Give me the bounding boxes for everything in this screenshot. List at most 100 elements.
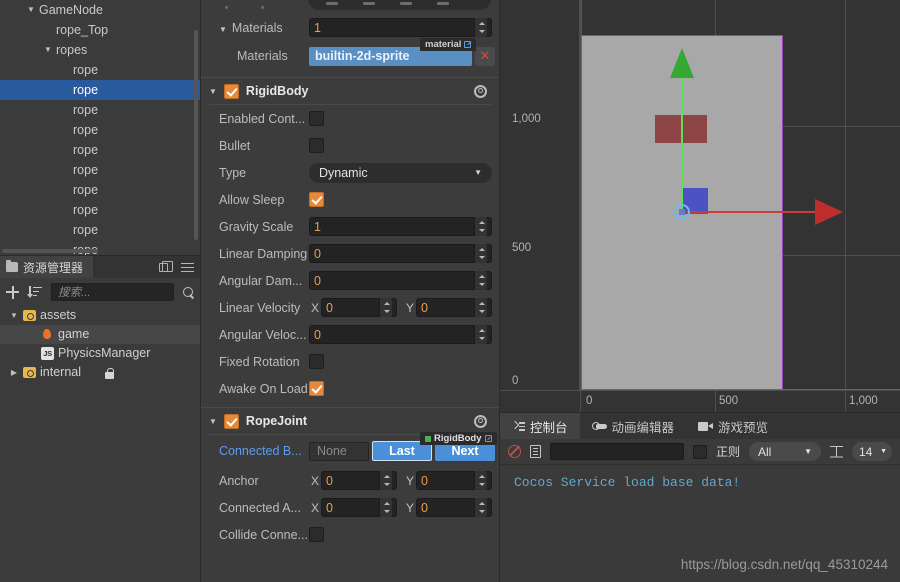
material-remove-button[interactable]: ✕ [475,46,495,66]
grid-line [580,391,581,412]
property-checkbox[interactable] [309,354,324,369]
chevron-down-icon[interactable]: ▼ [42,40,54,60]
regex-checkbox[interactable] [692,444,707,459]
asset-item-game[interactable]: game [0,325,200,344]
gizmo-x-axis[interactable] [682,211,817,213]
property-stepper[interactable] [474,325,487,344]
ropejoint-component-header[interactable]: ▼ RopeJoint [201,407,499,434]
ropejoint-properties: Anchor X 0 Y 0 Connected A... X 0 Y 0 Collide Conn… [201,467,499,548]
log-level-dropdown[interactable]: All ▼ [749,442,821,461]
property-y-stepper[interactable] [474,498,487,517]
flame-icon [41,328,52,341]
document-icon[interactable] [530,445,541,458]
property-checkbox[interactable] [309,111,324,126]
chevron-down-icon[interactable]: ▼ [209,87,217,96]
property-y-input[interactable]: 0 [416,298,492,317]
property-x-stepper[interactable] [379,498,392,517]
hierarchy-node-rope[interactable]: rope [0,120,200,140]
font-size-dropdown[interactable]: 14 ▼ [852,442,892,461]
chevron-right-icon[interactable]: ▶ [8,363,20,382]
hierarchy-node-rope[interactable]: rope [0,200,200,220]
property-label: Linear Velocity [219,300,301,315]
asset-item-internal[interactable]: ▶ internal [0,363,200,382]
property-x-input[interactable]: 0 [321,298,397,317]
gizmo-center-handle[interactable] [679,209,685,215]
chevron-down-icon[interactable]: ▼ [209,417,217,426]
property-checkbox[interactable] [309,138,324,153]
clear-console-icon[interactable] [508,445,521,458]
ropejoint-enabled-checkbox[interactable] [223,413,239,429]
rigidbody-badge-label: RigidBody [434,433,482,444]
hierarchy-node-rope[interactable]: rope [0,60,200,80]
rigidbody-component-header[interactable]: ▼ RigidBody [201,77,499,104]
property-number-input[interactable]: 0 [309,271,492,290]
property-y-input[interactable]: 0 [416,471,492,490]
hierarchy-node-rope[interactable]: rope [0,180,200,200]
property-y-input[interactable]: 0 [416,498,492,517]
property-row: Awake On Load [201,375,499,402]
asset-item-assets[interactable]: ▼ assets [0,306,200,325]
tab-assets[interactable]: 资源管理器 [0,256,94,278]
console-tab-1[interactable]: 动画编辑器 [580,413,687,439]
property-stepper[interactable] [474,271,487,290]
rigidbody-enabled-checkbox[interactable] [223,83,239,99]
asset-item-physicsmanager[interactable]: JS PhysicsManager [0,344,200,363]
console-filter-input[interactable] [550,443,684,460]
property-label: Connected A... [219,500,302,515]
assets-search-input[interactable]: 搜索... [51,283,174,301]
property-dropdown[interactable]: Dynamic ▼ [309,162,492,183]
hierarchy-node-gamenode[interactable]: ▼ GameNode [0,0,200,20]
property-checkbox[interactable] [309,527,324,542]
console-tab-0[interactable]: 控制台 [500,413,580,439]
hierarchy-node-rope[interactable]: rope [0,220,200,240]
gizmo-x-arrow-icon[interactable] [815,199,843,225]
property-number-input[interactable]: 0 [309,325,492,344]
property-stepper[interactable] [474,244,487,263]
property-number-input[interactable]: 0 [309,244,492,263]
gizmo-y-axis[interactable] [681,72,683,212]
clipped-pill [308,0,491,10]
hierarchy-node-rope[interactable]: rope [0,160,200,180]
hierarchy-node-rope[interactable]: rope [0,100,200,120]
log-level-value: All [758,444,772,459]
property-checkbox[interactable] [309,381,324,396]
popout-icon[interactable] [159,260,173,272]
property-checkbox[interactable] [309,192,324,207]
property-x-input[interactable]: 0 [321,471,397,490]
property-y-stepper[interactable] [474,298,487,317]
hierarchy-node-rope_top[interactable]: rope_Top [0,20,200,40]
property-x-stepper[interactable] [379,298,392,317]
search-icon[interactable] [183,286,194,298]
hierarchy-node-rope[interactable]: rope [0,80,200,100]
gizmo-y-arrow-icon[interactable] [670,48,694,78]
hierarchy-panel: ▼ GameNode rope_Top ▼ ropes rope rope rope rope r… [0,0,200,255]
menu-icon[interactable] [181,262,194,272]
js-file-icon: JS [41,347,54,360]
chevron-down-icon[interactable]: ▼ [25,0,37,20]
property-x-value: 0 [326,500,333,515]
property-stepper[interactable] [474,217,487,236]
materials-count-input[interactable]: 1 [309,18,492,37]
property-row: Angular Dam... 0 [201,267,499,294]
hierarchy-horizontal-scrollbar[interactable] [2,249,98,253]
external-link-icon[interactable] [464,40,472,48]
materials-count-stepper[interactable] [474,18,487,37]
property-x-stepper[interactable] [379,471,392,490]
external-link-icon[interactable] [484,435,492,442]
hierarchy-node-ropes[interactable]: ▼ ropes [0,40,200,60]
property-x-input[interactable]: 0 [321,498,397,517]
scene-view[interactable]: 1,000 500 0 0 500 1,000 [500,0,900,412]
gear-icon[interactable] [474,84,487,98]
chevron-down-icon[interactable]: ▼ [8,306,20,325]
connected-body-field[interactable]: None [309,441,369,461]
hierarchy-node-rope[interactable]: rope [0,140,200,160]
hierarchy-vertical-scrollbar[interactable] [194,30,198,240]
gear-icon[interactable] [474,414,487,428]
console-tab-2[interactable]: 游戏预览 [686,413,780,439]
property-number-input[interactable]: 1 [309,217,492,236]
property-y-stepper[interactable] [474,471,487,490]
add-asset-icon[interactable] [6,285,19,299]
materials-section-label: ▼ Materials [219,20,283,35]
property-label: Angular Veloc... [219,327,307,342]
sort-icon[interactable] [27,285,42,299]
